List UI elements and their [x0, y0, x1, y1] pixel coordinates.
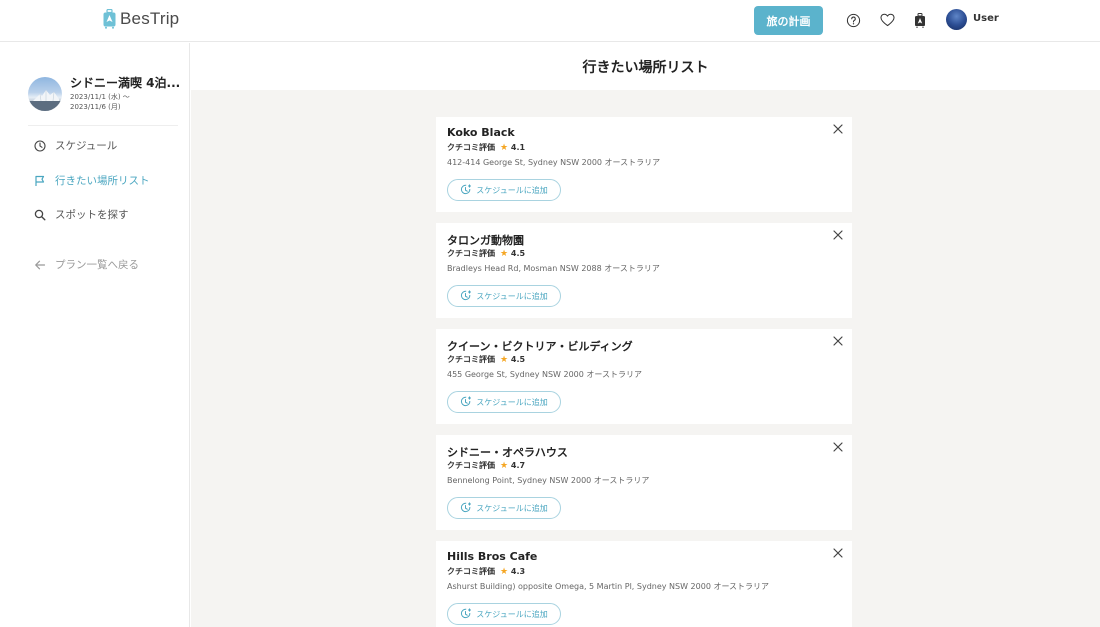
place-address: Bennelong Point, Sydney NSW 2000 オーストラリア: [447, 476, 650, 485]
logo-text: BesTrip: [120, 9, 180, 28]
add-to-schedule-button[interactable]: スケジュールに追加: [447, 391, 561, 413]
sidebar-item-wishlist[interactable]: 行きたい場所リスト: [34, 173, 150, 188]
place-rating: クチコミ評価 ★ 4.1: [447, 142, 525, 153]
place-card: クイーン・ビクトリア・ビルディング クチコミ評価 ★ 4.5 455 Georg…: [436, 329, 852, 424]
rating-value: 4.3: [510, 566, 526, 576]
trip-date-start: 2023/11/1 (水) 〜: [70, 93, 130, 101]
clock-plus-icon: [461, 184, 472, 195]
main-header: 行きたい場所リスト: [191, 43, 1100, 90]
add-label: スケジュールに追加: [476, 397, 548, 407]
sidebar-item-label: スケジュール: [55, 140, 118, 152]
add-to-schedule-button[interactable]: スケジュールに追加: [447, 179, 561, 201]
place-card: タロンガ動物園 クチコミ評価 ★ 4.5 Bradleys Head Rd, M…: [436, 223, 852, 318]
heart-icon[interactable]: [879, 12, 895, 28]
sidebar-divider: [28, 125, 178, 126]
place-name[interactable]: Hills Bros Cafe: [447, 550, 537, 563]
place-card: シドニー・オペラハウス クチコミ評価 ★ 4.7 Bennelong Point…: [436, 435, 852, 530]
sidebar-item-schedule[interactable]: スケジュール: [34, 138, 117, 153]
close-icon[interactable]: [833, 230, 843, 240]
suitcase-icon[interactable]: [912, 12, 928, 28]
trip-thumbnail: [28, 77, 62, 111]
close-icon[interactable]: [833, 124, 843, 134]
logo[interactable]: BesTrip: [103, 9, 179, 29]
flag-icon: [35, 175, 45, 186]
place-rating: クチコミ評価 ★ 4.5: [447, 354, 525, 365]
star-icon: ★: [500, 566, 509, 577]
star-icon: ★: [500, 354, 509, 365]
clock-plus-icon: [461, 608, 472, 619]
star-icon: ★: [500, 248, 509, 259]
add-to-schedule-button[interactable]: スケジュールに追加: [447, 285, 561, 307]
place-card: Koko Black クチコミ評価 ★ 4.1 412-414 George S…: [436, 117, 852, 212]
user-name[interactable]: User: [973, 13, 999, 24]
rating-label: クチコミ評価: [447, 355, 495, 364]
add-label: スケジュールに追加: [476, 609, 548, 619]
place-address: Ashurst Building) opposite Omega, 5 Mart…: [447, 582, 770, 591]
trip-title: シドニー満喫 4泊...: [70, 76, 181, 90]
sidebar: シドニー満喫 4泊... 2023/11/1 (水) 〜 2023/11/6 (…: [0, 43, 190, 627]
clock-plus-icon: [461, 290, 472, 301]
add-label: スケジュールに追加: [476, 185, 548, 195]
user-avatar[interactable]: [946, 9, 967, 30]
sidebar-item-label: スポットを探す: [55, 209, 129, 221]
place-name[interactable]: タロンガ動物園: [447, 232, 524, 248]
place-rating: クチコミ評価 ★ 4.7: [447, 460, 525, 471]
rating-label: クチコミ評価: [447, 249, 495, 258]
clock-plus-icon: [461, 396, 472, 407]
top-header: BesTrip 旅の計画 User: [0, 0, 1100, 42]
suitcase-logo-icon: [103, 9, 116, 29]
place-name[interactable]: シドニー・オペラハウス: [447, 444, 568, 460]
place-card: Hills Bros Cafe クチコミ評価 ★ 4.3 Ashurst Bui…: [436, 541, 852, 627]
rating-value: 4.5: [510, 248, 526, 258]
add-label: スケジュールに追加: [476, 291, 548, 301]
add-to-schedule-button[interactable]: スケジュールに追加: [447, 603, 561, 625]
trip-date-end: 2023/11/6 (月): [70, 103, 121, 111]
place-address: Bradleys Head Rd, Mosman NSW 2088 オーストラリ…: [447, 264, 660, 273]
place-address: 455 George St, Sydney NSW 2000 オーストラリア: [447, 370, 642, 379]
close-icon[interactable]: [833, 548, 843, 558]
rating-value: 4.7: [510, 460, 526, 470]
star-icon: ★: [500, 142, 509, 153]
page-title: 行きたい場所リスト: [582, 59, 709, 76]
clock-icon: [34, 139, 46, 152]
place-name[interactable]: クイーン・ビクトリア・ビルディング: [447, 338, 633, 354]
wishlist-area: Koko Black クチコミ評価 ★ 4.1 412-414 George S…: [191, 90, 1100, 627]
plan-trip-button[interactable]: 旅の計画: [754, 6, 823, 35]
star-icon: ★: [500, 460, 509, 471]
place-rating: クチコミ評価 ★ 4.5: [447, 248, 525, 259]
rating-value: 4.1: [510, 142, 526, 152]
rating-label: クチコミ評価: [447, 143, 495, 152]
sidebar-item-search-spots[interactable]: スポットを探す: [34, 207, 129, 222]
rating-label: クチコミ評価: [447, 461, 495, 470]
clock-plus-icon: [461, 502, 472, 513]
help-icon[interactable]: [845, 12, 861, 28]
back-label: プラン一覧へ戻る: [55, 259, 139, 271]
sidebar-item-label: 行きたい場所リスト: [55, 175, 150, 187]
rating-label: クチコミ評価: [447, 567, 495, 576]
back-to-plans-link[interactable]: プラン一覧へ戻る: [34, 257, 139, 272]
arrow-left-icon: [35, 260, 46, 269]
rating-value: 4.5: [510, 354, 526, 364]
add-label: スケジュールに追加: [476, 503, 548, 513]
close-icon[interactable]: [833, 336, 843, 346]
add-to-schedule-button[interactable]: スケジュールに追加: [447, 497, 561, 519]
place-rating: クチコミ評価 ★ 4.3: [447, 566, 525, 577]
place-address: 412-414 George St, Sydney NSW 2000 オーストラ…: [447, 158, 661, 167]
place-name[interactable]: Koko Black: [447, 126, 515, 139]
search-icon: [34, 209, 46, 220]
close-icon[interactable]: [833, 442, 843, 452]
